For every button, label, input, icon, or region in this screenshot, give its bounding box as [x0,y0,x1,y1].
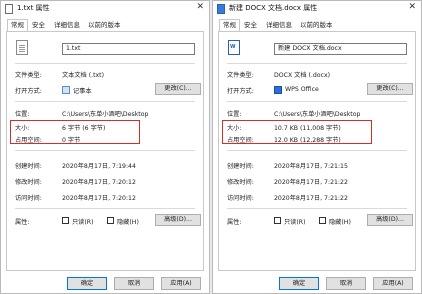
disk-size-label: 占用空间: [15,137,42,144]
properties-dialog-txt: 1.txt 属性 ✕ 常规 安全 详细信息 以前的版本 1.txt 文件类型: … [0,0,210,294]
location-label: 位置: [227,111,242,118]
hidden-checkbox[interactable] [319,217,326,224]
tab-previous-versions[interactable]: 以前的版本 [297,19,336,31]
created-value: 2020年8月17日, 7:19:44 [62,163,136,170]
attributes-label: 属性: [227,219,242,226]
divider [227,101,407,102]
wps-office-icon [274,86,282,94]
properties-dialog-docx: 新建 DOCX 文档.docx 属性 ✕ 常规 安全 详细信息 以前的版本 W … [212,0,422,294]
filename-field[interactable]: 新建 DOCX 文档.docx [274,43,407,55]
ok-button[interactable]: 确定 [279,277,319,290]
divider [227,208,407,209]
location-label: 位置: [15,111,30,118]
divider [15,208,195,209]
size-value: 6 字节 (6 字节) [62,125,106,132]
size-label: 大小: [15,125,30,132]
cancel-button[interactable]: 取消 [326,277,366,290]
created-value: 2020年8月17日, 7:21:15 [274,163,348,170]
hidden-checkbox[interactable] [107,217,114,224]
size-label: 大小: [227,125,242,132]
location-value: C:\Users\东单小酒吧\Desktop [62,111,149,118]
accessed-value: 2020年8月17日, 7:20:12 [62,195,136,202]
created-label: 创建时间: [15,163,42,170]
readonly-checkbox[interactable] [62,217,69,224]
created-label: 创建时间: [227,163,254,170]
window-title: 1.txt 属性 [17,4,50,12]
title-bar: 1.txt 属性 ✕ [1,1,209,17]
readonly-checkbox[interactable] [274,217,281,224]
attributes-label: 属性: [15,219,30,226]
hidden-label: 隐藏(H) [329,219,351,226]
close-icon[interactable]: ✕ [196,2,204,12]
disk-size-value: 12.0 KB (12,288 字节) [274,137,341,144]
tab-security[interactable]: 安全 [241,19,260,31]
hidden-label: 隐藏(H) [117,219,139,226]
type-label: 文件类型: [15,72,42,79]
size-value: 10.7 KB (11,008 字节) [274,125,341,132]
disk-size-label: 占用空间: [227,137,254,144]
apply-button[interactable]: 应用(A) [161,277,201,290]
docx-file-icon [217,4,225,14]
general-panel: W 新建 DOCX 文档.docx 文件类型: DOCX 文档 (.docx) … [218,31,416,271]
divider [227,150,407,151]
type-value: DOCX 文档 (.docx) [274,72,331,79]
tab-details[interactable]: 详细信息 [263,19,295,31]
modified-label: 修改时间: [15,179,42,186]
type-label: 文件类型: [227,72,254,79]
text-file-icon [16,40,28,55]
change-button[interactable]: 更改(C)... [155,83,201,95]
docx-file-icon: W [228,40,240,55]
open-with-label: 打开方式: [227,88,254,95]
advanced-button[interactable]: 高级(D)... [155,214,201,226]
cancel-button[interactable]: 取消 [114,277,154,290]
readonly-label: 只读(R) [284,219,306,226]
open-with-label: 打开方式: [15,88,42,95]
modified-label: 修改时间: [227,179,254,186]
accessed-label: 访问时间: [15,195,42,202]
close-icon[interactable]: ✕ [408,2,416,12]
divider [15,63,195,64]
advanced-button[interactable]: 高级(D)... [367,214,413,226]
notepad-icon [62,86,70,94]
open-with-app: WPS Office [285,86,319,93]
ok-button[interactable]: 确定 [67,277,107,290]
open-with-app: 记事本 [73,88,92,95]
text-file-icon [5,4,13,14]
filename-field[interactable]: 1.txt [62,43,195,55]
accessed-label: 访问时间: [227,195,254,202]
tab-general[interactable]: 常规 [219,19,240,31]
tab-details[interactable]: 详细信息 [51,19,83,31]
accessed-value: 2020年8月17日, 7:21:22 [274,195,348,202]
divider [15,150,195,151]
tab-general[interactable]: 常规 [7,19,28,31]
divider [15,101,195,102]
change-button[interactable]: 更改(C)... [367,83,413,95]
readonly-label: 只读(R) [72,219,94,226]
disk-size-value: 0 字节 [62,137,81,144]
window-title: 新建 DOCX 文档.docx 属性 [229,4,318,12]
modified-value: 2020年8月17日, 7:20:12 [62,179,136,186]
tab-previous-versions[interactable]: 以前的版本 [85,19,124,31]
location-value: C:\Users\东单小酒吧\Desktop [274,111,361,118]
apply-button[interactable]: 应用(A) [373,277,413,290]
type-value: 文本文档 (.txt) [62,72,105,79]
title-bar: 新建 DOCX 文档.docx 属性 ✕ [213,1,421,17]
divider [227,63,407,64]
general-panel: 1.txt 文件类型: 文本文档 (.txt) 打开方式: 记事本 更改(C).… [6,31,204,271]
modified-value: 2020年8月17日, 7:21:22 [274,179,348,186]
tab-security[interactable]: 安全 [29,19,48,31]
